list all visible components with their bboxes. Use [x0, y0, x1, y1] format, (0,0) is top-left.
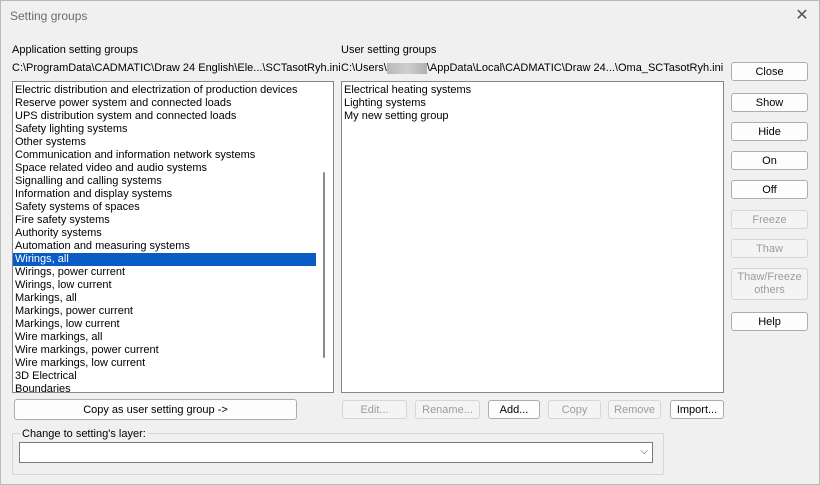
- app-group-item[interactable]: Space related video and audio systems: [13, 162, 316, 175]
- user-path-suffix: \AppData\Local\CADMATIC\Draw 24...\Oma_S…: [426, 62, 724, 74]
- app-group-item[interactable]: Boundaries: [13, 383, 316, 392]
- user-group-item[interactable]: My new setting group: [342, 110, 723, 123]
- app-group-item[interactable]: UPS distribution system and connected lo…: [13, 110, 316, 123]
- app-group-item[interactable]: Wire markings, power current: [13, 344, 316, 357]
- window-title: Setting groups: [10, 9, 88, 23]
- app-group-item[interactable]: Wire markings, all: [13, 331, 316, 344]
- app-group-item[interactable]: Signalling and calling systems: [13, 175, 316, 188]
- user-group-item[interactable]: Electrical heating systems: [342, 84, 723, 97]
- add-button[interactable]: Add...: [488, 400, 540, 419]
- user-groups-list[interactable]: Electrical heating systems Lighting syste…: [341, 81, 724, 393]
- thaw-freeze-others-button[interactable]: Thaw/Freeze others: [731, 268, 808, 300]
- app-list-scrollbar[interactable]: [323, 172, 325, 358]
- app-group-item[interactable]: Safety systems of spaces: [13, 201, 316, 214]
- remove-button[interactable]: Remove: [608, 400, 661, 419]
- thaw-freeze-label-line1: Thaw/Freeze: [737, 271, 802, 283]
- app-groups-label: Application setting groups: [12, 44, 138, 56]
- user-groups-label: User setting groups: [341, 44, 437, 56]
- edit-button[interactable]: Edit...: [342, 400, 407, 419]
- redacted-username: [386, 62, 427, 74]
- hide-button[interactable]: Hide: [731, 122, 808, 141]
- app-group-item[interactable]: Communication and information network sy…: [13, 149, 316, 162]
- layer-combobox[interactable]: ⌵: [19, 442, 653, 463]
- user-groups-path: C:\Users\ \AppData\Local\CADMATIC\Draw 24…: [341, 62, 723, 74]
- thaw-freeze-label-line2: others: [754, 284, 785, 296]
- chevron-down-icon[interactable]: ⌵: [640, 446, 648, 457]
- freeze-button[interactable]: Freeze: [731, 210, 808, 229]
- app-group-item[interactable]: Information and display systems: [13, 188, 316, 201]
- app-group-item[interactable]: Markings, low current: [13, 318, 316, 331]
- app-groups-list[interactable]: Electric distribution and electrization …: [12, 81, 334, 393]
- app-group-item[interactable]: 3D Electrical: [13, 370, 316, 383]
- app-group-item[interactable]: Fire safety systems: [13, 214, 316, 227]
- app-group-item[interactable]: Other systems: [13, 136, 316, 149]
- app-group-item[interactable]: Electric distribution and electrization …: [13, 84, 316, 97]
- app-group-item[interactable]: Wirings, all: [13, 253, 316, 266]
- show-button[interactable]: Show: [731, 93, 808, 112]
- user-group-item[interactable]: Lighting systems: [342, 97, 723, 110]
- setting-groups-dialog: Setting groups ✕ Application setting gro…: [0, 0, 820, 485]
- import-button[interactable]: Import...: [670, 400, 724, 419]
- copy-button[interactable]: Copy: [548, 400, 601, 419]
- app-group-item[interactable]: Safety lighting systems: [13, 123, 316, 136]
- app-group-item[interactable]: Automation and measuring systems: [13, 240, 316, 253]
- user-path-prefix: C:\Users\: [341, 62, 387, 74]
- app-group-item[interactable]: Markings, all: [13, 292, 316, 305]
- help-button[interactable]: Help: [731, 312, 808, 331]
- app-group-item[interactable]: Markings, power current: [13, 305, 316, 318]
- app-group-item[interactable]: Wire markings, low current: [13, 357, 316, 370]
- app-group-item[interactable]: Authority systems: [13, 227, 316, 240]
- thaw-button[interactable]: Thaw: [731, 239, 808, 258]
- close-button[interactable]: Close: [731, 62, 808, 81]
- app-groups-path: C:\ProgramData\CADMATIC\Draw 24 English\…: [12, 62, 341, 74]
- off-button[interactable]: Off: [731, 180, 808, 199]
- on-button[interactable]: On: [731, 151, 808, 170]
- app-group-item[interactable]: Reserve power system and connected loads: [13, 97, 316, 110]
- close-icon[interactable]: ✕: [791, 6, 813, 26]
- layer-label: Change to setting's layer:: [20, 428, 148, 440]
- copy-as-user-group-button[interactable]: Copy as user setting group ->: [14, 399, 297, 420]
- rename-button[interactable]: Rename...: [415, 400, 480, 419]
- app-group-item[interactable]: Wirings, power current: [13, 266, 316, 279]
- app-group-item[interactable]: Wirings, low current: [13, 279, 316, 292]
- title-bar: Setting groups ✕: [1, 1, 819, 31]
